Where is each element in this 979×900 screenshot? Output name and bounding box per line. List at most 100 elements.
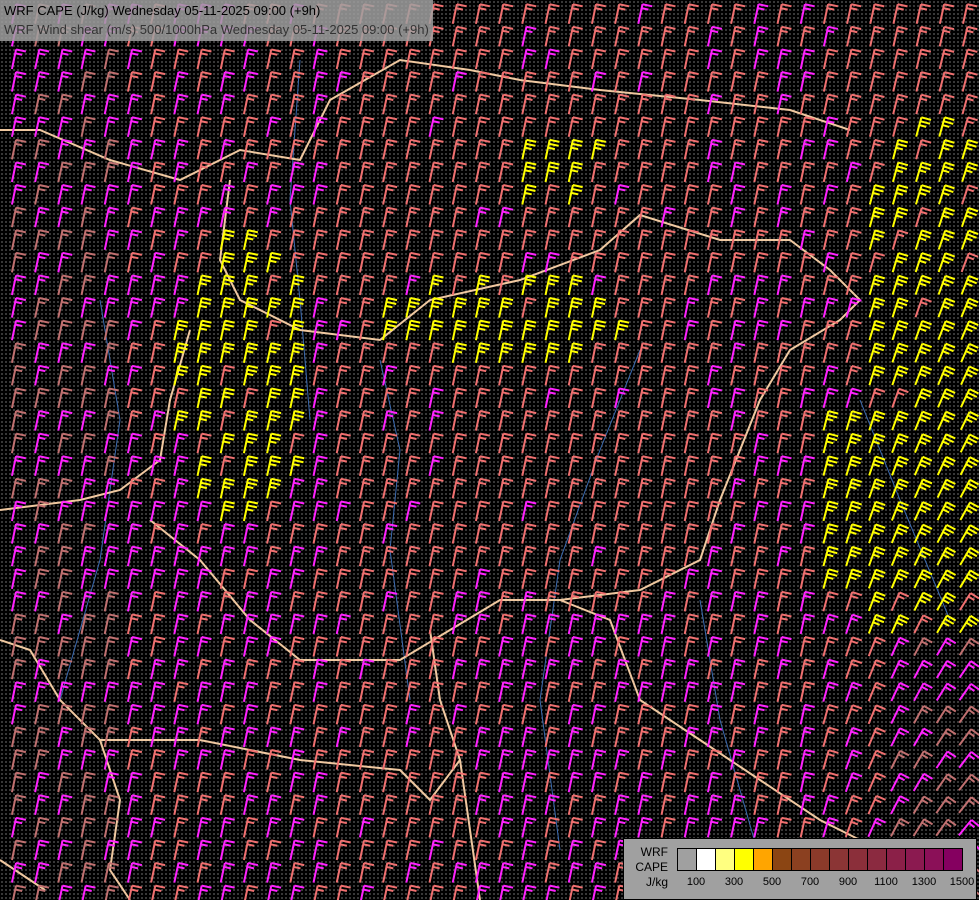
wind-barb — [405, 862, 421, 883]
weather-map[interactable]: WRF CAPE (J/kg) Wednesday 05-11-2025 09:… — [0, 0, 979, 900]
wind-barb-glyph — [914, 365, 933, 386]
wind-barb — [961, 48, 978, 70]
wind-barb-glyph — [34, 161, 50, 183]
wind-barb — [173, 251, 189, 273]
wind-barb — [428, 816, 444, 838]
wind-barb — [219, 251, 235, 273]
wind-barb-glyph — [890, 682, 910, 702]
wind-barb — [335, 138, 351, 160]
wind-barb — [868, 274, 886, 296]
wind-barb-glyph — [34, 432, 50, 454]
wind-barb — [10, 862, 27, 883]
wind-barb-glyph — [544, 206, 560, 228]
wind-barb — [57, 613, 73, 635]
wind-barb — [753, 116, 769, 137]
legend-tick-label: 100 — [686, 876, 706, 888]
wind-barb-glyph — [150, 364, 166, 386]
wind-barb — [660, 229, 676, 250]
wind-barb-glyph — [242, 116, 259, 137]
wind-barb-glyph — [614, 93, 630, 115]
wind-barb — [335, 455, 351, 476]
wind-barb — [706, 771, 723, 793]
wind-barb — [544, 342, 560, 363]
wind-barb — [776, 297, 792, 318]
wind-barb — [242, 636, 259, 657]
wind-barb-glyph — [776, 71, 792, 92]
wind-barb-glyph — [890, 727, 910, 747]
wind-barb-glyph — [428, 161, 444, 183]
wind-barb-glyph — [660, 161, 676, 183]
wind-barb-glyph — [544, 25, 560, 47]
wind-barb-glyph — [266, 658, 282, 680]
wind-barb — [822, 432, 839, 454]
wind-barb-glyph — [544, 749, 560, 770]
wind-barb — [498, 342, 514, 363]
wind-barb — [312, 636, 328, 657]
wind-barb-glyph — [799, 636, 815, 657]
wind-barb-glyph — [266, 342, 282, 363]
wind-barb-glyph — [382, 613, 398, 635]
wind-barb — [521, 48, 537, 70]
wind-barb — [683, 771, 699, 793]
wind-barb — [196, 116, 212, 137]
wind-barb-glyph — [637, 816, 653, 838]
wind-barb — [428, 229, 444, 250]
wind-barb-glyph — [57, 364, 73, 386]
wind-barb-glyph — [173, 387, 189, 409]
wind-barb — [103, 545, 119, 567]
wind-barb-glyph — [103, 71, 119, 92]
wind-barb-glyph — [80, 161, 96, 183]
wind-barb-glyph — [637, 364, 653, 386]
wind-barb-glyph — [753, 636, 769, 657]
wind-barb-glyph — [590, 3, 607, 24]
wind-barb-glyph — [913, 614, 933, 634]
wind-barb-glyph — [845, 93, 862, 115]
wind-barb-glyph — [660, 500, 676, 522]
wind-barb-glyph — [730, 726, 746, 748]
wind-barb — [289, 884, 305, 900]
wind-barb-glyph — [938, 93, 955, 115]
wind-barb — [799, 613, 815, 635]
wind-barb — [799, 410, 815, 431]
wind-barb — [521, 410, 537, 431]
wind-barb-glyph — [706, 138, 723, 160]
wind-barb-glyph — [358, 545, 375, 567]
wind-barb — [958, 614, 979, 634]
wind-barb — [730, 500, 746, 522]
wind-barb-glyph — [358, 523, 375, 544]
wind-barb — [358, 229, 375, 250]
wind-barb — [845, 455, 862, 476]
wind-barb-glyph — [846, 3, 862, 24]
wind-barb — [753, 48, 769, 70]
wind-barb — [544, 884, 560, 900]
wind-barb-glyph — [867, 749, 886, 770]
wind-barb-glyph — [219, 590, 235, 612]
wind-barb-glyph — [335, 48, 351, 70]
wind-barb — [753, 229, 769, 250]
wind-barb-glyph — [382, 726, 398, 748]
wind-barb-glyph — [637, 161, 653, 183]
wind-barb — [80, 319, 96, 341]
wind-barb — [10, 568, 27, 589]
wind-barb-glyph — [57, 274, 73, 296]
wind-barb — [567, 71, 583, 92]
wind-barb-glyph — [289, 884, 305, 900]
wind-barb-glyph — [960, 252, 979, 273]
wind-barb — [961, 161, 979, 183]
wind-barb-glyph — [683, 681, 699, 702]
wind-barb — [753, 545, 769, 567]
wind-barb — [57, 839, 73, 861]
wind-barb — [959, 569, 979, 589]
wind-barb — [845, 387, 862, 409]
wind-barb-glyph — [405, 274, 421, 296]
wind-barb — [126, 816, 143, 838]
wind-barb-glyph — [34, 364, 50, 386]
wind-barb — [935, 773, 957, 792]
wind-barb-glyph — [498, 703, 514, 725]
wind-barb-glyph — [799, 703, 815, 725]
wind-barb — [683, 364, 699, 386]
wind-barb — [960, 320, 979, 341]
wind-barb — [335, 658, 351, 680]
wind-barb-glyph — [683, 749, 699, 770]
wind-barb — [846, 71, 862, 92]
